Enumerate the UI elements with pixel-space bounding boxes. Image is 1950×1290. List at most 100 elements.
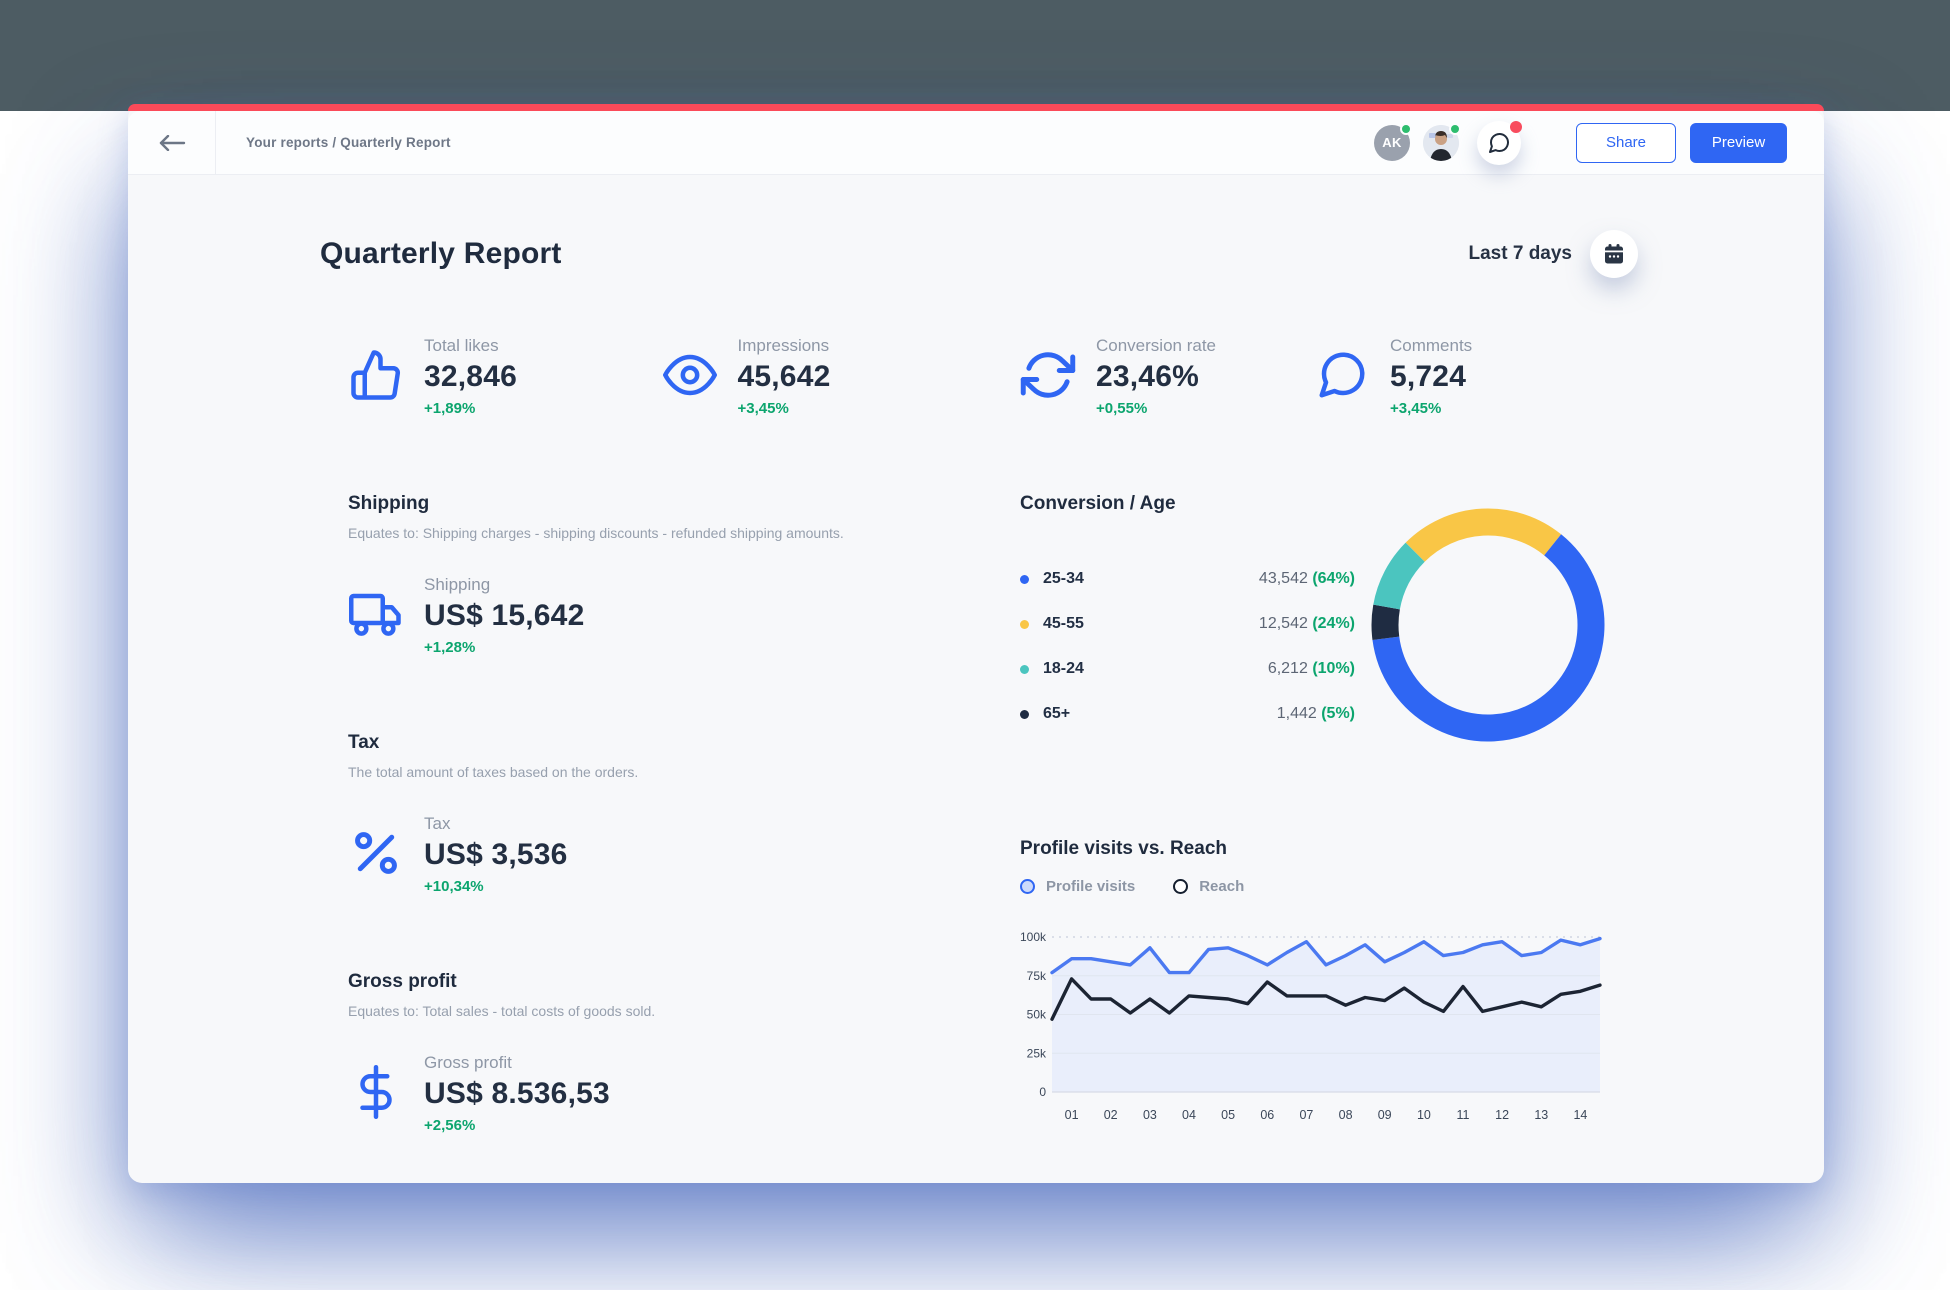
online-status-dot [1449,123,1461,135]
stat-value: 45,642 [738,360,831,394]
donut-chart-svg [1368,505,1608,745]
date-range-label[interactable]: Last 7 days [1469,243,1573,265]
stat-delta: +1,28% [424,639,584,656]
stat-value: US$ 8.536,53 [424,1077,610,1111]
chat-bubble-icon [1314,348,1370,402]
stat-label: Impressions [738,336,831,356]
section-tax: Tax The total amount of taxes based on t… [348,732,975,895]
comments-button[interactable] [1477,121,1521,165]
stat-label: Comments [1390,336,1472,356]
legend-reach[interactable]: Reach [1173,878,1244,895]
online-status-dot [1400,123,1412,135]
tax-stat: Tax US$ 3,536 +10,34% [348,814,975,895]
report-window: Your reports / Quarterly Report AK [128,104,1824,1183]
back-button[interactable] [128,111,216,174]
svg-text:25k: 25k [1027,1046,1047,1060]
avatar-photo[interactable] [1423,125,1459,161]
chat-bubble-icon [1487,131,1511,155]
section-subtitle: Equates to: Shipping charges - shipping … [348,525,975,541]
accent-top-bar [128,104,1824,111]
svg-text:50k: 50k [1027,1008,1047,1022]
section-heading: Gross profit [348,971,975,993]
right-column: Conversion rate 23,46% +0,55% Comments 5… [1010,336,1608,1134]
svg-text:0: 0 [1039,1085,1046,1099]
left-column: Total likes 32,846 +1,89% Impressions 45… [320,336,975,1134]
legend-dot [1020,620,1029,629]
calendar-button[interactable] [1590,230,1638,278]
legend-label: 18-24 [1043,660,1084,678]
svg-text:07: 07 [1299,1108,1313,1122]
report-columns: Total likes 32,846 +1,89% Impressions 45… [320,336,1608,1134]
stat-value: 23,46% [1096,360,1216,394]
legend-profile-visits[interactable]: Profile visits [1020,878,1135,895]
report-content: Quarterly Report Last 7 days [128,175,1824,1134]
svg-text:75k: 75k [1027,969,1047,983]
svg-text:06: 06 [1260,1108,1274,1122]
stat-delta: +2,56% [424,1117,610,1134]
svg-text:14: 14 [1573,1108,1587,1122]
legend-row-65plus: 65+ 1,442 (5%) [1020,702,1355,726]
breadcrumb[interactable]: Your reports / Quarterly Report [246,135,451,150]
stat-value: US$ 3,536 [424,838,568,872]
gross-profit-stat: Gross profit US$ 8.536,53 +2,56% [348,1053,975,1134]
line-chart-svg: 100k75k50k25k001020304050607080910111213… [1020,921,1608,1127]
legend-row-25-34: 25-34 43,542 (64%) [1020,567,1355,591]
legend-label: 25-34 [1043,570,1084,588]
avatar-initials: AK [1382,135,1401,150]
legend-value: 43,542 (64%) [1259,570,1355,588]
stat-conversion-rate: Conversion rate 23,46% +0,55% [1020,336,1314,417]
svg-text:09: 09 [1378,1108,1392,1122]
notification-dot [1510,121,1522,133]
stat-label: Shipping [424,575,584,595]
stat-delta: +10,34% [424,878,568,895]
svg-text:10: 10 [1417,1108,1431,1122]
stat-label: Gross profit [424,1053,610,1073]
legend-label: Profile visits [1046,878,1135,895]
svg-text:03: 03 [1143,1108,1157,1122]
stat-label: Conversion rate [1096,336,1216,356]
thumbs-up-icon [348,348,404,402]
stat-delta: +1,89% [424,400,517,417]
preview-button[interactable]: Preview [1690,123,1787,163]
stat-total-likes: Total likes 32,846 +1,89% [348,336,662,417]
svg-text:08: 08 [1339,1108,1353,1122]
share-button[interactable]: Share [1576,123,1676,163]
date-range-control: Last 7 days [1469,230,1639,278]
svg-text:12: 12 [1495,1108,1509,1122]
svg-text:100k: 100k [1020,930,1047,944]
legend-label: 65+ [1043,705,1070,723]
stat-label: Total likes [424,336,517,356]
legend-dot [1020,575,1029,584]
section-gross-profit: Gross profit Equates to: Total sales - t… [348,971,975,1134]
section-heading: Shipping [348,493,975,515]
legend-circle [1173,879,1188,894]
section-subtitle: The total amount of taxes based on the o… [348,764,975,780]
section-subtitle: Equates to: Total sales - total costs of… [348,1003,975,1019]
svg-text:05: 05 [1221,1108,1235,1122]
stat-impressions: Impressions 45,642 +3,45% [662,336,976,417]
percent-icon [348,826,404,880]
top-navigation-bar: Your reports / Quarterly Report AK [128,111,1824,175]
legend-row-18-24: 18-24 6,212 (10%) [1020,657,1355,681]
page-title: Quarterly Report [320,237,562,271]
svg-text:04: 04 [1182,1108,1196,1122]
avatar-ak[interactable]: AK [1374,125,1410,161]
visits-legend: Profile visits Reach [1020,878,1608,895]
stat-delta: +3,45% [738,400,831,417]
refresh-icon [1020,348,1076,402]
conversion-age-donut-chart [1368,505,1608,750]
dollar-icon [348,1065,404,1119]
stat-delta: +3,45% [1390,400,1472,417]
section-conversion-age: Conversion / Age 25-34 43,542 (64%) 45-5… [1020,493,1608,750]
visits-heading: Profile visits vs. Reach [1020,838,1608,860]
stat-value: 5,724 [1390,360,1472,394]
legend-dot [1020,665,1029,674]
shipping-stat: Shipping US$ 15,642 +1,28% [348,575,975,656]
legend-value: 12,542 (24%) [1259,615,1355,633]
eye-icon [662,348,718,402]
calendar-icon [1602,242,1626,266]
back-arrow-icon [158,135,186,151]
section-heading: Tax [348,732,975,754]
stat-value: US$ 15,642 [424,599,584,633]
legend-dot [1020,710,1029,719]
